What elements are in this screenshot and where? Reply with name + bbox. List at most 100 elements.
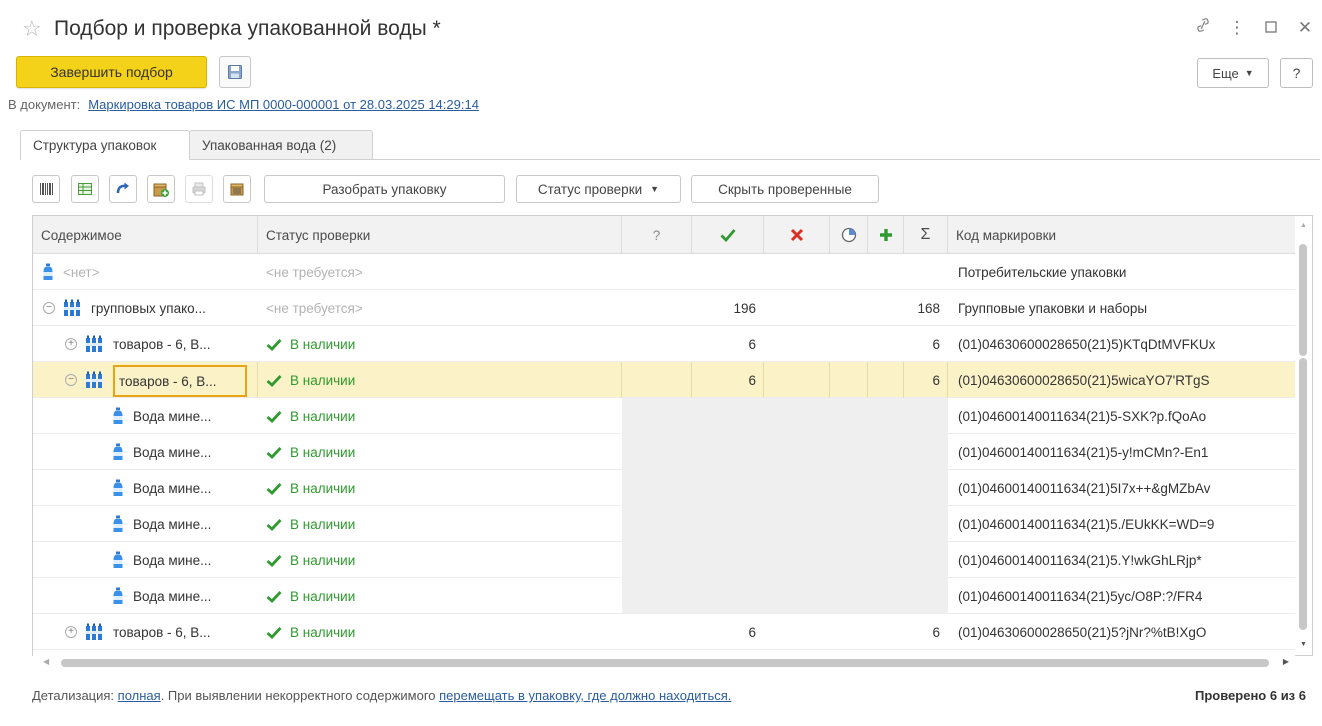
- vertical-scrollbar[interactable]: ▲ ▼: [1295, 216, 1312, 654]
- col-unknown[interactable]: ?: [622, 216, 692, 254]
- col-sum[interactable]: Σ: [904, 216, 948, 254]
- close-icon[interactable]: ✕: [1288, 17, 1322, 39]
- row-status-cell: <не требуется>: [266, 254, 622, 290]
- scroll-down-icon[interactable]: ▼: [1300, 641, 1307, 648]
- link-icon[interactable]: [1186, 17, 1220, 39]
- table-row[interactable]: Вода мине... В наличии (01)04600140011634(…: [33, 578, 1297, 614]
- table-row[interactable]: + товаров - 6, В... В наличии 6 6 (01)0463060…: [33, 326, 1297, 362]
- table-row[interactable]: − товаров - 6, В... В наличии 6 6 (01)0463060…: [33, 362, 1297, 398]
- packages-table[interactable]: Содержимое Статус проверки ? Σ Код марки…: [32, 215, 1313, 656]
- load-from-file-button[interactable]: [71, 175, 99, 203]
- row-status: В наличии: [290, 444, 356, 460]
- empty-counters-area: [622, 434, 948, 470]
- table-row[interactable]: Вода мине... В наличии (01)04600140011634(…: [33, 470, 1297, 506]
- counter-cell: [868, 362, 904, 398]
- footer-detail: Детализация: полная. При выявлении некор…: [32, 688, 731, 703]
- scroll-left-icon[interactable]: ◀: [43, 657, 49, 666]
- empty-counters-area: [622, 542, 948, 578]
- vertical-scroll-thumb-lower[interactable]: [1299, 358, 1307, 630]
- row-content: Вода мине...: [133, 480, 212, 496]
- scroll-up-icon[interactable]: ▲: [1300, 222, 1307, 229]
- table-row[interactable]: − групповых упако... <не требуется> 196 168 Г…: [33, 290, 1297, 326]
- row-code: (01)04600140011634(21)5yc/O8P:?/FR4: [958, 588, 1203, 604]
- printer-icon: [192, 182, 206, 196]
- more-vert-icon[interactable]: ⋮: [1220, 17, 1254, 39]
- move-button[interactable]: [109, 175, 137, 203]
- row-sum: [904, 254, 948, 290]
- collapse-icon[interactable]: −: [43, 302, 55, 314]
- col-pending[interactable]: [830, 216, 868, 254]
- checkmark-icon: [266, 338, 282, 351]
- row-status-cell: <не требуется>: [266, 290, 622, 326]
- favorite-star-icon[interactable]: ☆: [22, 18, 42, 40]
- scan-barcode-button[interactable]: [32, 175, 60, 203]
- row-sum: 6: [932, 372, 940, 388]
- row-ok-count: [692, 542, 764, 578]
- expand-icon[interactable]: +: [65, 626, 77, 638]
- row-status-cell: В наличии: [266, 470, 622, 506]
- detail-link[interactable]: полная: [118, 688, 161, 703]
- table-row[interactable]: Вода мине... В наличии (01)04600140011634(…: [33, 434, 1297, 470]
- col-status-label: Статус проверки: [266, 227, 371, 243]
- col-ok[interactable]: [692, 216, 764, 254]
- more-button[interactable]: Еще ▼: [1197, 58, 1269, 88]
- table-row[interactable]: Вода мине... В наличии (01)04600140011634(…: [33, 506, 1297, 542]
- table-header: Содержимое Статус проверки ? Σ Код марки…: [33, 216, 1297, 254]
- row-sum: [904, 506, 948, 542]
- save-button[interactable]: [219, 56, 251, 88]
- bottle-icon: [43, 263, 53, 280]
- row-ok-count: [692, 578, 764, 614]
- add-package-button[interactable]: [147, 175, 175, 203]
- maximize-icon[interactable]: [1254, 17, 1288, 39]
- bottle-icon: [113, 479, 123, 496]
- unpack-button[interactable]: Разобрать упаковку: [264, 175, 505, 203]
- row-status: В наличии: [290, 408, 356, 424]
- col-status[interactable]: Статус проверки: [258, 216, 622, 254]
- bottles-pack-icon: [63, 299, 81, 316]
- table-row[interactable]: <нет> <не требуется> Потребительские упако…: [33, 254, 1297, 290]
- finish-selection-label: Завершить подбор: [50, 64, 173, 80]
- row-status-cell: В наличии: [266, 578, 622, 614]
- row-content: товаров - 6, В...: [113, 624, 211, 640]
- col-code[interactable]: Код маркировки: [948, 216, 1297, 254]
- plus-icon: [879, 229, 892, 241]
- hide-checked-button[interactable]: Скрыть проверенные: [691, 175, 879, 203]
- row-sum: [904, 470, 948, 506]
- tab-divider: [20, 159, 1320, 160]
- col-content[interactable]: Содержимое: [33, 216, 258, 254]
- package-button[interactable]: [223, 175, 251, 203]
- finish-selection-button[interactable]: Завершить подбор: [16, 56, 207, 88]
- counter-cell: [764, 362, 830, 398]
- counter-cell: [622, 362, 692, 398]
- box-icon: [230, 183, 244, 196]
- help-button[interactable]: ?: [1280, 58, 1313, 88]
- row-code: (01)04600140011634(21)5.Y!wkGhLRjp*: [958, 552, 1202, 568]
- col-error[interactable]: [764, 216, 830, 254]
- row-sum: [904, 398, 948, 434]
- bottles-pack-icon: [85, 335, 103, 352]
- move-to-package-link[interactable]: перемещать в упаковку, где должно находи…: [439, 688, 731, 703]
- check-status-label: Статус проверки: [537, 181, 643, 197]
- checkmark-icon: [266, 518, 282, 531]
- row-code: (01)04630600028650(21)5?jNr?%tB!XgO: [958, 624, 1207, 640]
- table-row[interactable]: Вода мине... В наличии (01)04600140011634(…: [33, 542, 1297, 578]
- clock-pie-icon: [841, 227, 856, 243]
- checkmark-icon: [266, 590, 282, 603]
- document-link[interactable]: Маркировка товаров ИС МП 0000-000001 от …: [88, 97, 479, 112]
- expand-icon[interactable]: +: [65, 338, 77, 350]
- horizontal-scroll-thumb[interactable]: [61, 659, 1269, 667]
- vertical-scroll-thumb[interactable]: [1299, 244, 1307, 356]
- table-row[interactable]: + товаров - 6, В... В наличии 6 6 (01)0463060…: [33, 614, 1297, 650]
- col-unknown-label: ?: [652, 227, 661, 243]
- row-code: (01)04600140011634(21)5I7x++&gMZbAv: [958, 480, 1211, 496]
- print-button[interactable]: [185, 175, 213, 203]
- check-status-dropdown[interactable]: Статус проверки ▼: [516, 175, 681, 203]
- row-content: товаров - 6, В...: [119, 373, 217, 389]
- col-added[interactable]: [868, 216, 904, 254]
- table-row[interactable]: Вода мине... В наличии (01)04600140011634(…: [33, 398, 1297, 434]
- horizontal-scrollbar[interactable]: ◀ ▶: [33, 655, 1295, 671]
- scroll-right-icon[interactable]: ▶: [1283, 657, 1289, 666]
- tab-packed-water[interactable]: Упакованная вода (2): [189, 130, 373, 160]
- tab-package-structure[interactable]: Структура упаковок: [20, 130, 190, 160]
- collapse-icon[interactable]: −: [65, 374, 77, 386]
